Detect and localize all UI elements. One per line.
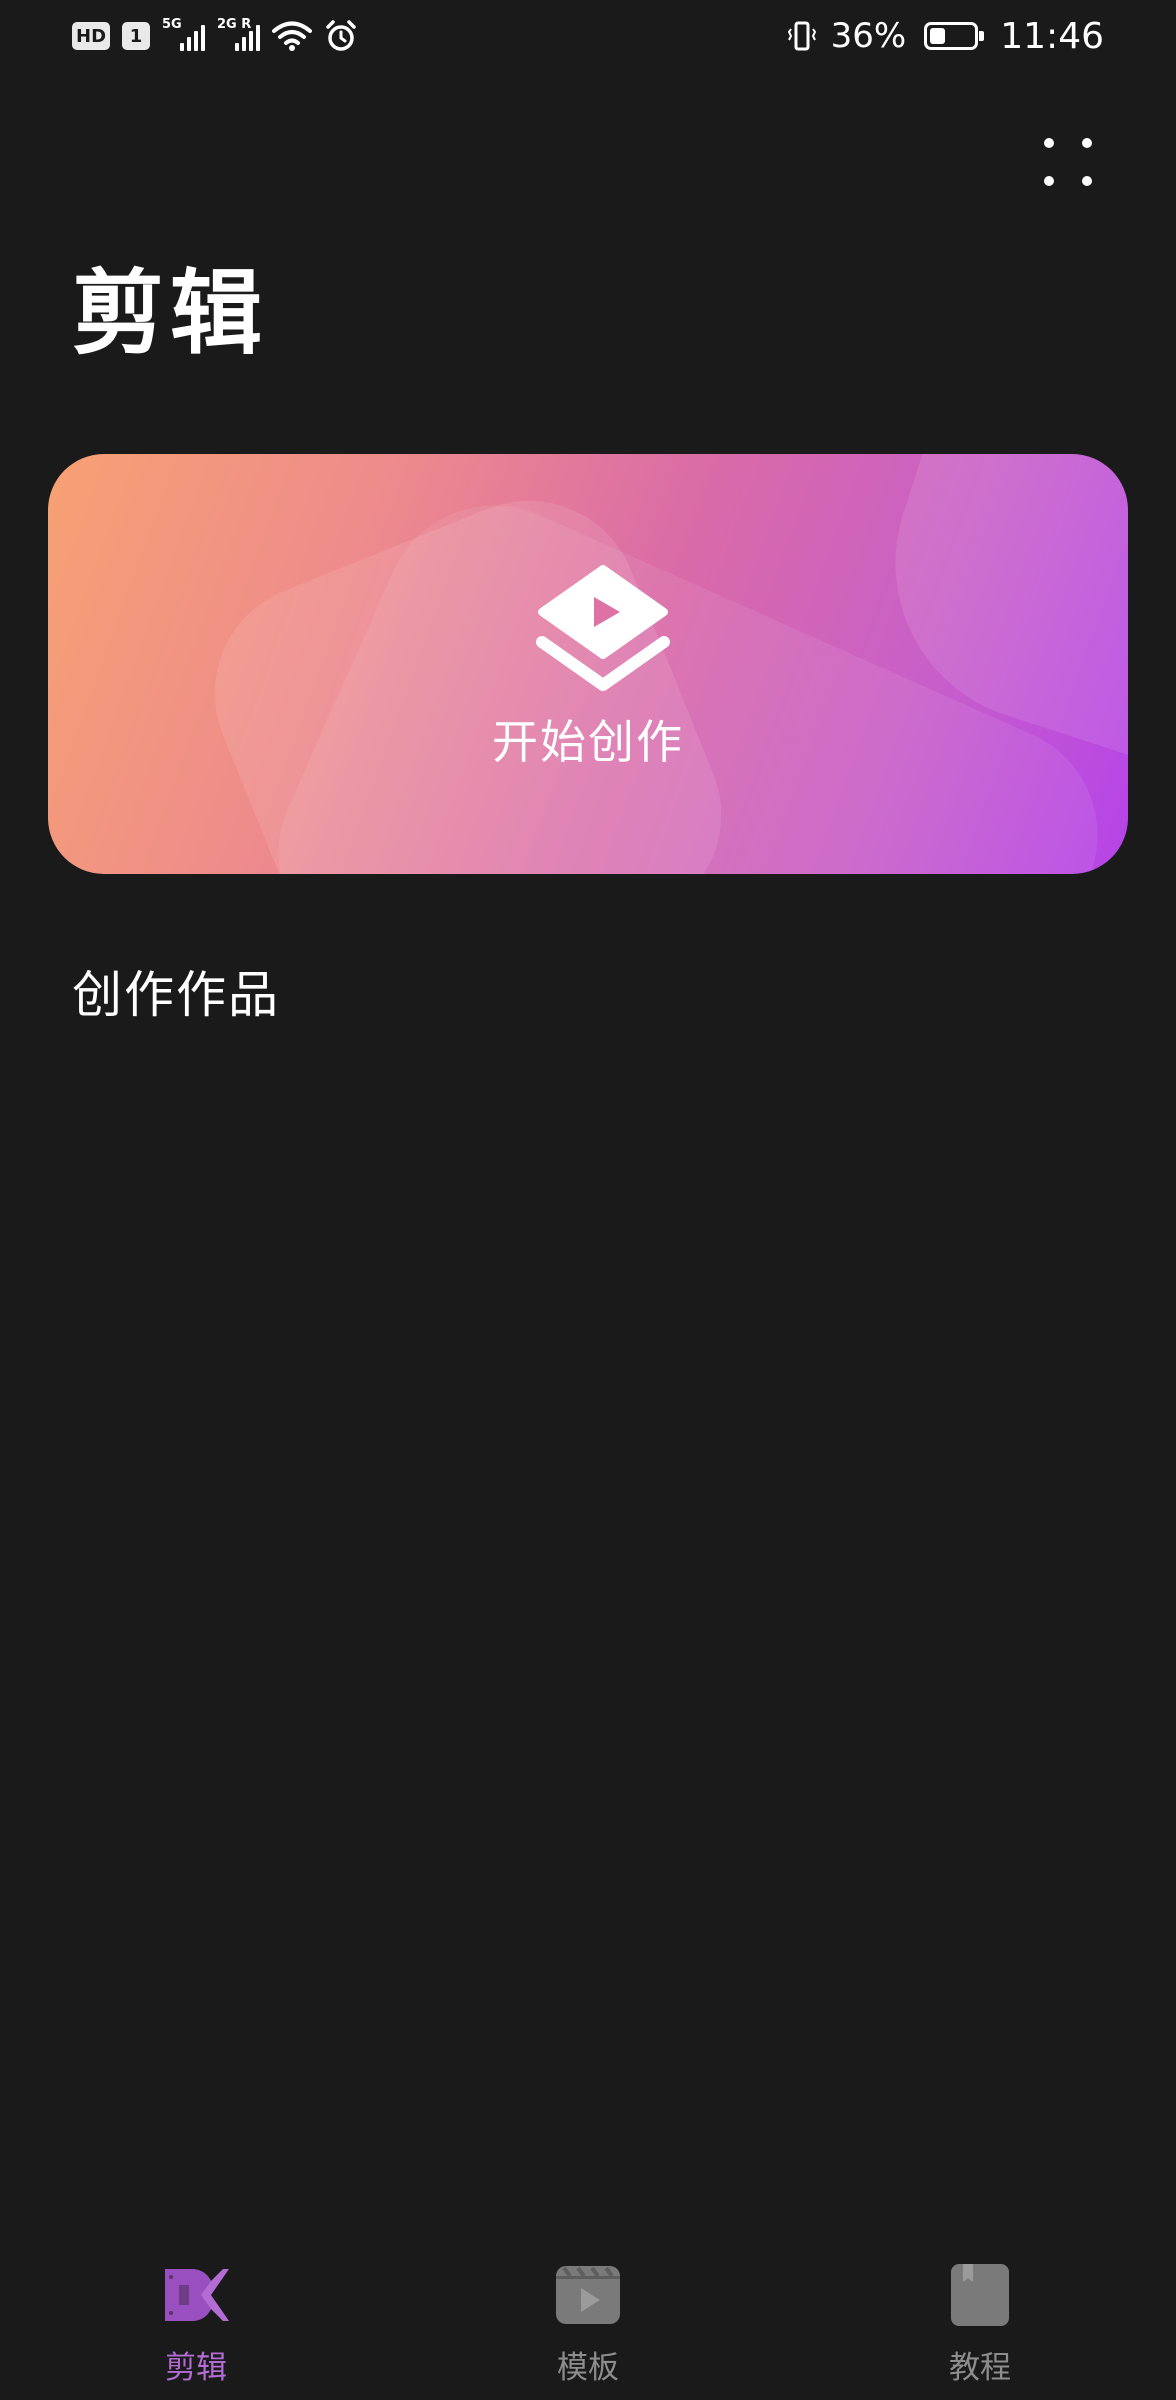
start-creating-button[interactable]: 开始创作 <box>48 454 1128 874</box>
start-creating-label: 开始创作 <box>492 715 684 769</box>
battery-icon <box>924 22 985 50</box>
edit-logo-icon <box>161 2260 231 2330</box>
nav-label-templates: 模板 <box>557 2350 619 2386</box>
battery-level <box>930 28 946 44</box>
layers-play-icon <box>536 565 670 691</box>
nav-label-edit: 剪辑 <box>165 2350 227 2386</box>
signal-2g-icon: 2G R <box>217 17 261 51</box>
clock: 11:46 <box>1000 15 1104 57</box>
alarm-icon <box>324 19 358 53</box>
screen: HD 1 5G 2G R 36% 11:46 剪辑 开始创作 创作作品 剪辑 模… <box>0 0 1176 2400</box>
wifi-icon <box>272 20 313 52</box>
nav-item-tutorials[interactable]: 教程 <box>880 2260 1080 2387</box>
more-dots-icon <box>1044 138 1054 148</box>
more-options-button[interactable] <box>1030 124 1106 200</box>
hd-badge: HD <box>72 22 111 50</box>
section-title-works: 创作作品 <box>72 966 280 1024</box>
nav-item-templates[interactable]: 模板 <box>488 2260 688 2387</box>
vibrate-icon <box>785 19 819 53</box>
status-bar: HD 1 5G 2G R 36% 11:46 <box>0 0 1176 72</box>
sim-badge: 1 <box>122 22 151 50</box>
network-2g-label: 2G R <box>217 17 252 32</box>
page-title: 剪辑 <box>72 260 269 367</box>
status-left: HD 1 5G 2G R <box>72 17 358 53</box>
tutorial-icon <box>945 2260 1015 2330</box>
battery-percent: 36% <box>830 16 907 56</box>
signal-5g-icon: 5G <box>162 17 206 51</box>
network-5g-label: 5G <box>162 17 182 32</box>
bottom-navigation: 剪辑 模板 教程 <box>0 2240 1176 2400</box>
card-decoration <box>243 470 1128 874</box>
nav-item-edit[interactable]: 剪辑 <box>96 2260 296 2387</box>
template-icon <box>553 2260 623 2330</box>
status-right: 36% 11:46 <box>785 16 1104 57</box>
nav-label-tutorials: 教程 <box>949 2350 1011 2386</box>
